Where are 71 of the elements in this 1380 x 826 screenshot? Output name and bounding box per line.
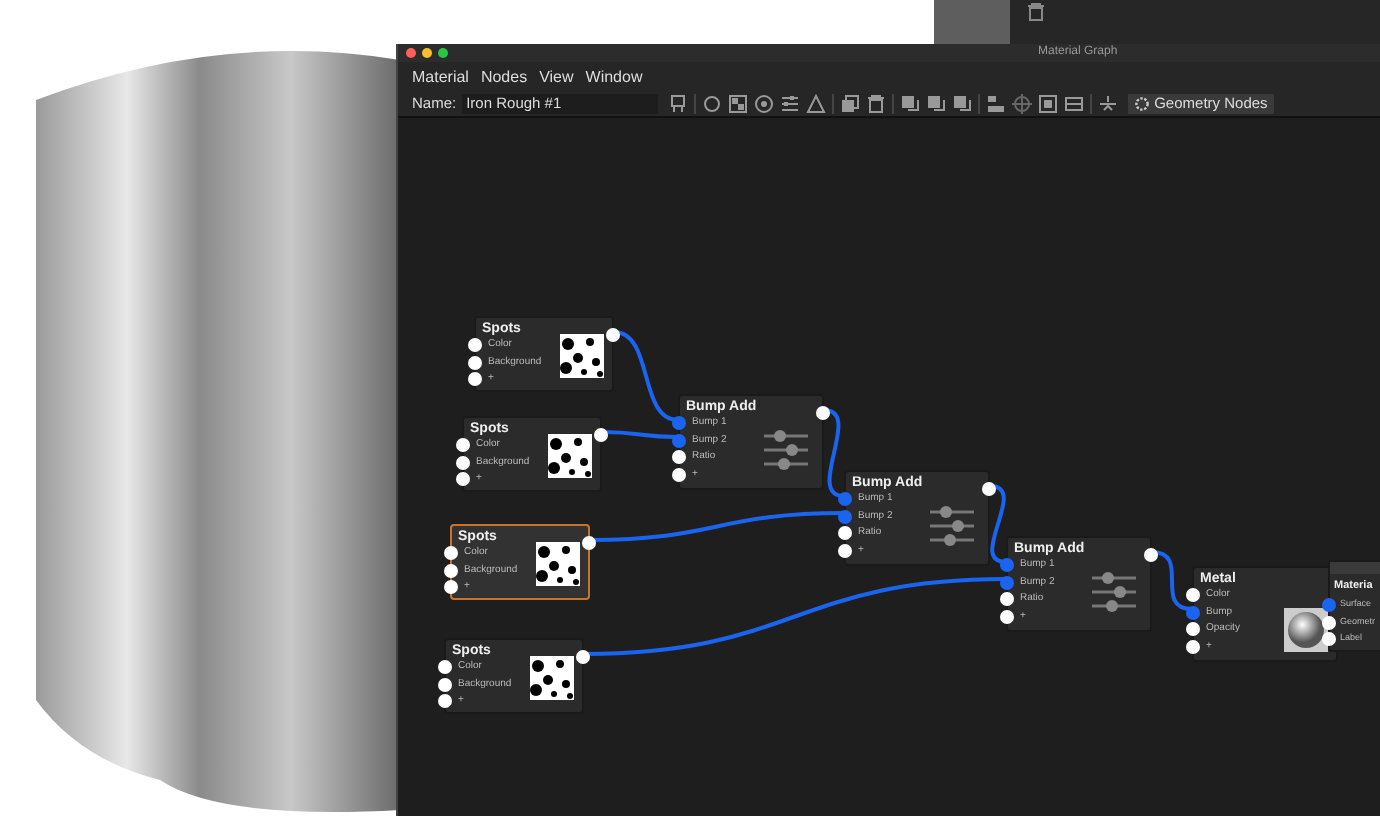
slider-controls-icon [1090,570,1138,614]
input-port[interactable] [672,450,686,464]
output-port[interactable] [606,328,620,342]
input-port[interactable] [444,580,458,594]
slider-controls-icon [762,428,810,472]
menu-item[interactable]: Nodes [480,67,528,85]
layers-icon[interactable] [926,93,947,113]
panel-icon[interactable] [1064,93,1085,113]
input-port[interactable] [456,455,470,469]
output-port[interactable] [576,650,590,664]
align-icon[interactable] [986,93,1007,113]
copy-icon[interactable] [840,93,861,113]
input-port[interactable] [468,372,482,386]
input-port[interactable] [838,509,852,523]
input-port[interactable] [444,563,458,577]
input-port[interactable] [672,467,686,481]
crosshair-icon[interactable] [1012,93,1033,113]
slider-controls-icon [928,504,976,548]
input-port[interactable] [468,338,482,352]
input-port[interactable] [1322,598,1336,612]
split-icon[interactable] [1098,93,1119,113]
connection-link [823,408,845,498]
grid-icon[interactable] [728,93,749,113]
input-port[interactable] [672,433,686,447]
menu-item[interactable]: Window [585,67,643,85]
input-port[interactable] [838,543,852,557]
input-port[interactable] [1322,632,1336,646]
input-port[interactable] [456,438,470,452]
minimize-button[interactable] [422,48,432,58]
noise-texture-thumbnail [548,434,592,478]
input-port[interactable] [1186,605,1200,619]
sphere-preview-thumbnail [1284,608,1328,652]
layer-icon[interactable] [900,93,921,113]
input-port[interactable] [438,660,452,674]
connection-link [989,484,1007,564]
output-port[interactable] [816,406,830,420]
output-port[interactable] [982,482,996,496]
input-port[interactable] [468,355,482,369]
input-port[interactable] [838,526,852,540]
input-port[interactable] [438,694,452,708]
input-port[interactable] [1000,575,1014,589]
output-port[interactable] [594,428,608,442]
input-port[interactable] [1186,588,1200,602]
zoom-button[interactable] [438,48,448,58]
noise-texture-thumbnail [536,542,580,586]
trash-icon[interactable] [866,93,887,113]
menu-item[interactable]: Material [412,67,469,85]
target-icon[interactable] [754,93,775,113]
connection-link [601,430,679,439]
noise-texture-thumbnail [530,656,574,700]
noise-texture-thumbnail [560,334,604,378]
output-port[interactable] [582,536,596,550]
trash-icon[interactable] [1026,2,1046,22]
input-port[interactable] [1186,639,1200,653]
input-port[interactable] [456,472,470,486]
input-port[interactable] [1000,558,1014,572]
close-button[interactable] [406,48,416,58]
input-port[interactable] [1000,609,1014,623]
input-port[interactable] [838,492,852,506]
input-port[interactable] [444,546,458,560]
frame-icon[interactable] [1038,93,1059,113]
circle-icon[interactable] [702,93,723,113]
menu-item[interactable]: View [539,67,574,85]
input-port[interactable] [438,677,452,691]
input-port[interactable] [1186,622,1200,636]
input-port[interactable] [1322,615,1336,629]
gear-icon [1134,95,1151,111]
input-port[interactable] [672,416,686,430]
output-port[interactable] [1144,548,1158,562]
input-port[interactable] [1000,592,1014,606]
sliders-icon[interactable] [780,93,801,113]
